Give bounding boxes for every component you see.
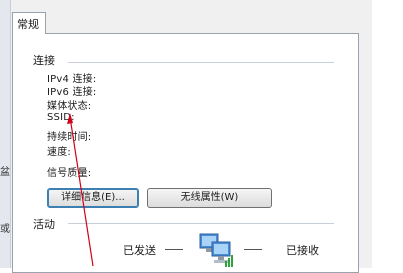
annotation-arrow xyxy=(67,113,94,267)
tab-general[interactable]: 常规 xyxy=(12,12,46,34)
